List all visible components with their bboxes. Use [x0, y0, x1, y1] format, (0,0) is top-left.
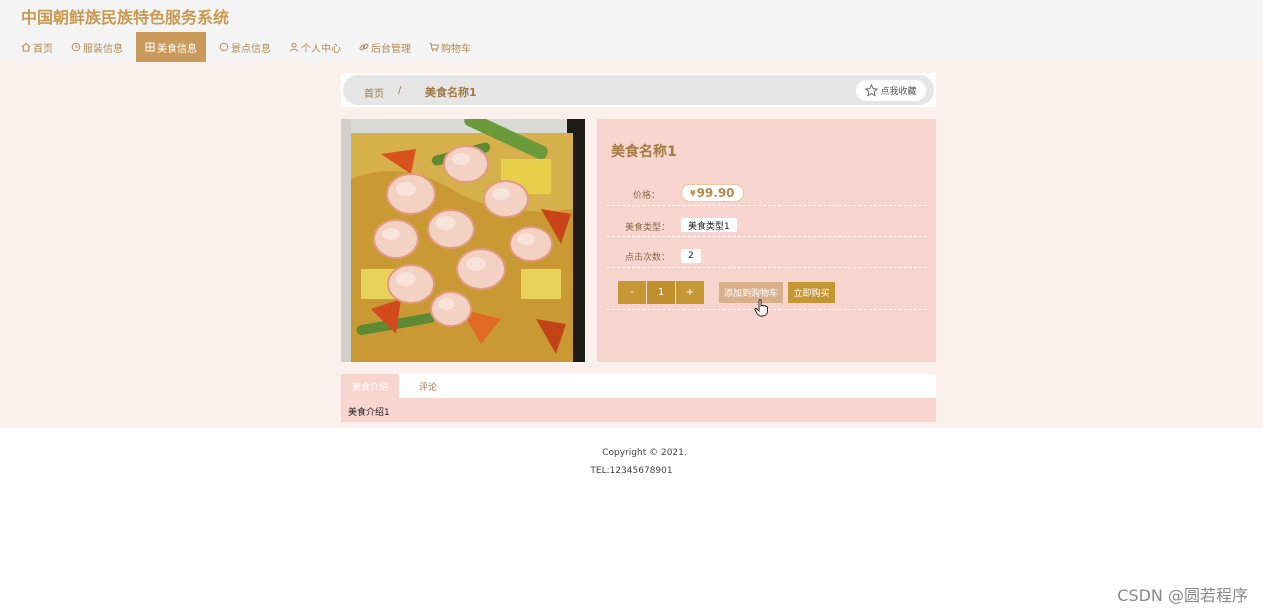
- star-icon: [865, 84, 879, 97]
- quantity-increase-button[interactable]: +: [676, 281, 704, 304]
- clicks-value: 2: [681, 249, 701, 263]
- nav-item-label: 后台管理: [371, 43, 411, 55]
- circle-icon: [219, 42, 229, 52]
- quantity-input[interactable]: 1: [647, 281, 675, 304]
- grid-icon: [145, 42, 155, 52]
- hand-cursor-icon: [754, 299, 768, 317]
- food-image: [341, 119, 585, 362]
- price-badge: ¥ 99.90: [681, 184, 744, 202]
- currency-symbol: ¥: [690, 188, 696, 198]
- tab-comments[interactable]: 评论: [403, 374, 453, 398]
- type-value: 美食类型1: [681, 218, 737, 232]
- breadcrumb-home-link[interactable]: 首页: [364, 85, 384, 100]
- nav-item-profile[interactable]: 个人中心: [280, 32, 350, 62]
- nav-item-cart[interactable]: 购物车: [420, 32, 480, 62]
- nav-item-clothing[interactable]: 服装信息: [62, 32, 132, 62]
- nav-item-label: 购物车: [441, 43, 471, 55]
- breadcrumb-current: 美食名称1: [425, 86, 477, 99]
- nav-item-admin[interactable]: 后台管理: [350, 32, 420, 62]
- footer-copyright: Copyright © 2021.: [602, 448, 687, 458]
- nav-item-scenic[interactable]: 景点信息: [210, 32, 280, 62]
- detail-tabs: 美食介绍 评论: [341, 374, 936, 398]
- link-icon: [359, 43, 369, 51]
- intro-text: 美食介绍1: [348, 408, 390, 418]
- tab-intro[interactable]: 美食介绍: [341, 374, 399, 398]
- footer-tel: TEL:12345678901: [590, 466, 673, 476]
- site-title: 中国朝鲜族民族特色服务系统: [21, 8, 230, 27]
- nav-item-label: 服装信息: [83, 43, 123, 55]
- breadcrumb-bar: 首页 / 美食名称1 点我收藏: [343, 75, 934, 105]
- breadcrumb-separator: /: [398, 85, 402, 96]
- nav-item-label: 美食信息: [157, 43, 197, 55]
- nav-item-food[interactable]: 美食信息: [136, 32, 206, 62]
- watermark: CSDN @圆若程序: [1117, 586, 1248, 605]
- add-to-cart-button[interactable]: 添加到购物车: [719, 282, 783, 303]
- type-label: 美食类型：: [625, 223, 671, 233]
- product-title: 美食名称1: [611, 144, 677, 160]
- product-detail-panel: 美食名称1 价格： ¥ 99.90 美食类型： 美食类型1 点击次数： 2 - …: [597, 119, 936, 362]
- type-row-divider: [607, 236, 927, 237]
- main-nav: 首页 服装信息 美食信息 景点信息 个人中心 后台管理 购物车: [12, 32, 480, 62]
- favorite-button[interactable]: 点我收藏: [856, 80, 926, 101]
- price-value: 99.90: [696, 186, 735, 200]
- price-label: 价格：: [633, 191, 661, 201]
- clicks-label: 点击次数：: [625, 253, 671, 263]
- favorite-label: 点我收藏: [880, 87, 917, 97]
- price-row-divider: [607, 205, 927, 206]
- user-icon: [290, 42, 298, 52]
- nav-item-home[interactable]: 首页: [12, 32, 62, 62]
- buy-now-button[interactable]: 立即购买: [788, 282, 835, 303]
- clock-icon: [71, 42, 81, 52]
- breadcrumb: 首页 / 美食名称1 点我收藏: [341, 73, 936, 107]
- home-icon: [21, 42, 31, 52]
- tab-content: 美食介绍1: [341, 398, 936, 422]
- header: 中国朝鲜族民族特色服务系统 首页 服装信息 美食信息 景点信息 个人中心 后台管…: [0, 0, 1263, 62]
- clicks-row-divider: [607, 267, 927, 268]
- cart-icon: [429, 43, 439, 52]
- nav-item-label: 景点信息: [231, 43, 271, 55]
- nav-item-label: 个人中心: [301, 43, 341, 55]
- food-photo: [341, 119, 585, 362]
- quantity-decrease-button[interactable]: -: [618, 281, 646, 304]
- nav-item-label: 首页: [33, 43, 53, 55]
